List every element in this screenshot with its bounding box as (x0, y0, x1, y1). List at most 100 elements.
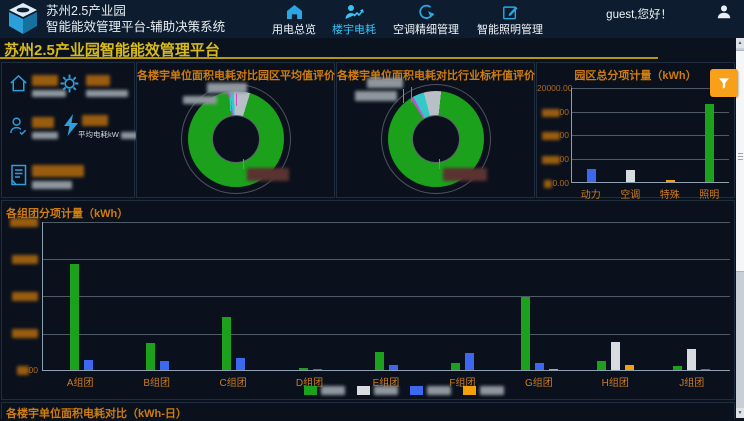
redacted-digits (542, 156, 560, 164)
bar-slot (651, 88, 690, 182)
nav-label: 用电总览 (268, 21, 320, 37)
bar-F组团-blue (465, 353, 474, 370)
y-tick-label: 00 (4, 365, 38, 375)
document-icon (8, 163, 29, 187)
stat-label-redacted (32, 181, 72, 189)
bar-B组团-blue (160, 361, 169, 370)
redacted-digits (12, 292, 38, 301)
bar-G组团-orange (549, 369, 558, 370)
bar-E组团-green (375, 352, 384, 370)
legend-swatch (410, 386, 423, 395)
park-total-subitem-panel: 园区总分项计量（kWh） 20000.00 00 00 00 0.00 动力空调… (536, 62, 735, 198)
stat-label-redacted (86, 90, 128, 97)
y-tick-label-redacted: 00 (537, 107, 569, 117)
bar-J组团-white (687, 349, 696, 370)
filter-funnel-button[interactable] (710, 69, 738, 97)
scrollbar-grip (738, 153, 743, 161)
bar-D组团-green (299, 368, 308, 370)
bar-B组团-green (146, 343, 155, 370)
legend-label-redacted (480, 386, 504, 395)
stat-value-redacted (86, 75, 110, 86)
nav-label: 楼宇电耗 (328, 21, 380, 37)
bar-group-slot (272, 222, 348, 370)
stat-value-redacted (32, 165, 84, 177)
home-icon (268, 2, 320, 21)
summary-categories: 动力空调特殊照明 (571, 186, 729, 201)
legend-swatch (357, 386, 370, 395)
redacted-digits (542, 132, 560, 140)
bar-J组团-blue (701, 369, 710, 370)
category-label: 特殊 (650, 186, 690, 201)
y-tick-label-redacted (4, 328, 38, 338)
legend-item-green[interactable] (304, 386, 345, 395)
bar-slot (572, 88, 611, 182)
scroll-down-button[interactable]: ▼ (736, 408, 744, 418)
bar-A组团-green (70, 264, 79, 370)
donut-label-redacted (367, 78, 403, 88)
leader-line (230, 97, 231, 111)
legend-item-white[interactable] (357, 386, 398, 395)
category-label: 空调 (611, 186, 651, 201)
nav-item-aircon-management[interactable]: 空调精细管理 (384, 2, 468, 37)
bar-空调 (626, 170, 635, 182)
stat-value-redacted (32, 75, 58, 86)
user-icon[interactable] (716, 4, 732, 20)
y-tick-label-redacted (4, 217, 38, 227)
redacted-digits (542, 109, 560, 117)
y-tick-label-redacted: 00 (537, 154, 569, 164)
nav-item-lighting-management[interactable]: 智能照明管理 (468, 2, 552, 37)
stat-label-redacted (32, 132, 58, 139)
category-label: H组团 (577, 374, 653, 389)
scroll-up-button[interactable]: ▲ (736, 38, 744, 48)
y-tick-label: 0.00 (537, 178, 569, 188)
category-label: B组团 (118, 374, 194, 389)
stat-value-redacted (32, 117, 54, 128)
category-label: A组团 (42, 374, 118, 389)
bar-group-slot (348, 222, 424, 370)
bar-slot (690, 88, 729, 182)
redacted-digits (12, 329, 38, 338)
bar-group-slot (119, 222, 195, 370)
y-tick-label-redacted (4, 291, 38, 301)
bar-H组团-green (597, 361, 606, 370)
stat-label-avg-power: 平均电耗kW (78, 129, 137, 140)
bar-group-slot (577, 222, 653, 370)
group-bars (43, 222, 730, 370)
leader-line (403, 89, 404, 103)
group-subitem-panel: 各组团分项计量（kWh） 00 A组团B组团C组团D组团E组团F组团G组团H组团… (1, 200, 735, 400)
bar-slot (611, 88, 650, 182)
chart-title: 园区总分项计量（kWh） (537, 67, 734, 83)
leader-line (236, 94, 237, 106)
donut-label-redacted (183, 96, 217, 104)
summary-plot-area (571, 88, 729, 183)
redacted-digits (17, 366, 29, 375)
bar-G组团-blue (535, 363, 544, 370)
leader-line (439, 159, 440, 169)
summary-bars (572, 88, 729, 182)
aircon-loop-icon (388, 2, 464, 21)
nav-item-power-overview[interactable]: 用电总览 (264, 2, 324, 37)
nav-label: 空调精细管理 (388, 21, 464, 37)
bar-A组团-blue (84, 360, 93, 370)
legend-item-orange[interactable] (463, 386, 504, 395)
category-label: 照明 (690, 186, 730, 201)
bar-C组团-blue (236, 358, 245, 370)
nav-label: 智能照明管理 (472, 21, 548, 37)
user-greeting: guest,您好！ (606, 6, 672, 22)
redacted-digits (544, 180, 552, 188)
building-compare-panel: 各楼宇单位面积电耗对比（kWh-日） (1, 402, 735, 419)
bar-H组团-orange (625, 365, 634, 370)
legend-swatch (463, 386, 476, 395)
gear-icon (58, 72, 81, 95)
person-check-icon (8, 115, 29, 137)
chart-title: 各楼宇单位面积电耗对比（kWh-日） (6, 405, 734, 421)
bar-C组团-green (222, 317, 231, 370)
bar-动力 (587, 169, 596, 182)
chart-title: 各楼宇单位面积电耗对比园区平均值评价 (137, 67, 334, 83)
category-label: C组团 (195, 374, 271, 389)
nav-item-building-power[interactable]: 楼宇电耗 (324, 2, 384, 37)
chart-title: 各组团分项计量（kWh） (6, 205, 734, 221)
bar-特殊 (666, 180, 675, 182)
legend-label-redacted (321, 386, 345, 395)
legend-item-blue[interactable] (410, 386, 451, 395)
